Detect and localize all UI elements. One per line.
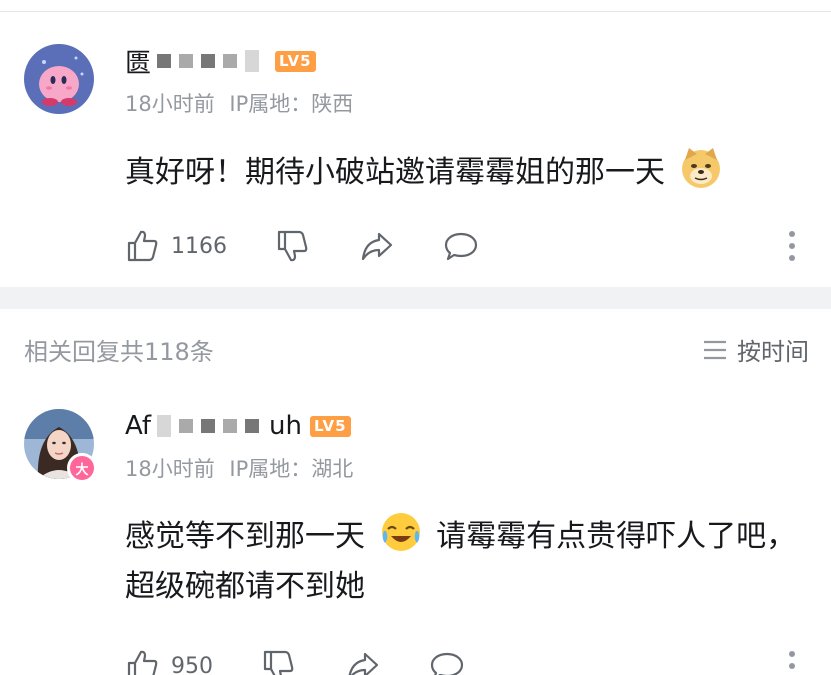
replies-count: 相关回复共118条	[24, 338, 214, 366]
ip-location: IP属地：湖北	[229, 457, 354, 481]
username-row: 匮 LV5	[125, 43, 316, 80]
username[interactable]: 匮	[125, 43, 151, 80]
like-button[interactable]: 950	[125, 648, 213, 675]
share-button[interactable]	[345, 648, 381, 675]
like-button[interactable]: 1166	[125, 228, 227, 264]
ip-location: IP属地：陕西	[229, 92, 354, 116]
more-vertical-icon[interactable]	[783, 646, 801, 675]
comment-actions: 950	[125, 646, 513, 675]
vip-badge: 大	[67, 453, 97, 483]
more-vertical-icon[interactable]	[783, 226, 801, 266]
username-mosaic	[157, 415, 267, 437]
share-icon	[361, 232, 393, 261]
timestamp: 18小时前	[125, 92, 215, 116]
comment-item: 大 Af uh LV5 18小时前 IP属地：湖北 感觉等不到那一天 请霉霉有点…	[0, 395, 831, 675]
dislike-button[interactable]	[275, 228, 311, 264]
thumb-up-icon	[127, 230, 158, 262]
like-count: 1166	[171, 233, 227, 259]
thumb-up-icon	[127, 650, 158, 675]
comment-text: 感觉等不到那一天 请霉霉有点贵得吓人了吧，超级碗都请不到她	[125, 510, 815, 612]
level-badge: LV5	[309, 415, 351, 437]
level-badge: LV5	[275, 50, 316, 72]
timestamp: 18小时前	[125, 457, 215, 481]
reply-button[interactable]	[429, 648, 465, 675]
username-mosaic	[157, 50, 267, 72]
thumb-down-icon	[277, 230, 308, 262]
dislike-button[interactable]	[261, 648, 297, 675]
doge-emoji	[679, 146, 723, 190]
share-button[interactable]	[359, 228, 395, 264]
comment-meta: 18小时前 IP属地：湖北	[125, 453, 353, 483]
sort-by-time-button[interactable]: 按时间	[701, 332, 809, 367]
sort-label: 按时间	[737, 338, 809, 366]
replies-header: 相关回复共118条 按时间	[0, 326, 831, 370]
comment-text-part1: 感觉等不到那一天	[125, 519, 365, 554]
username-end[interactable]: uh	[269, 411, 302, 441]
crying-laugh-emoji	[379, 510, 423, 554]
share-icon	[348, 652, 379, 675]
comment-item: 匮 LV5 18小时前 IP属地：陕西 真好呀！期待小破站邀请霉霉姐的那一天 1…	[0, 30, 831, 285]
sort-lines-icon	[704, 340, 726, 359]
thumb-down-icon	[263, 650, 294, 675]
username-row: Af uh LV5	[125, 409, 351, 443]
comment-text-body: 真好呀！期待小破站邀请霉霉姐的那一天	[125, 155, 665, 190]
comment-bubble-icon	[430, 652, 464, 675]
top-separator	[0, 0, 831, 12]
comment-text: 真好呀！期待小破站邀请霉霉姐的那一天	[125, 146, 815, 198]
like-count: 950	[171, 653, 213, 675]
avatar[interactable]	[24, 44, 94, 114]
username[interactable]: Af	[125, 411, 151, 441]
comment-meta: 18小时前 IP属地：陕西	[125, 88, 353, 118]
comment-actions: 1166	[125, 226, 527, 266]
reply-button[interactable]	[443, 228, 479, 264]
section-divider	[0, 287, 831, 309]
comment-bubble-icon	[444, 232, 478, 261]
